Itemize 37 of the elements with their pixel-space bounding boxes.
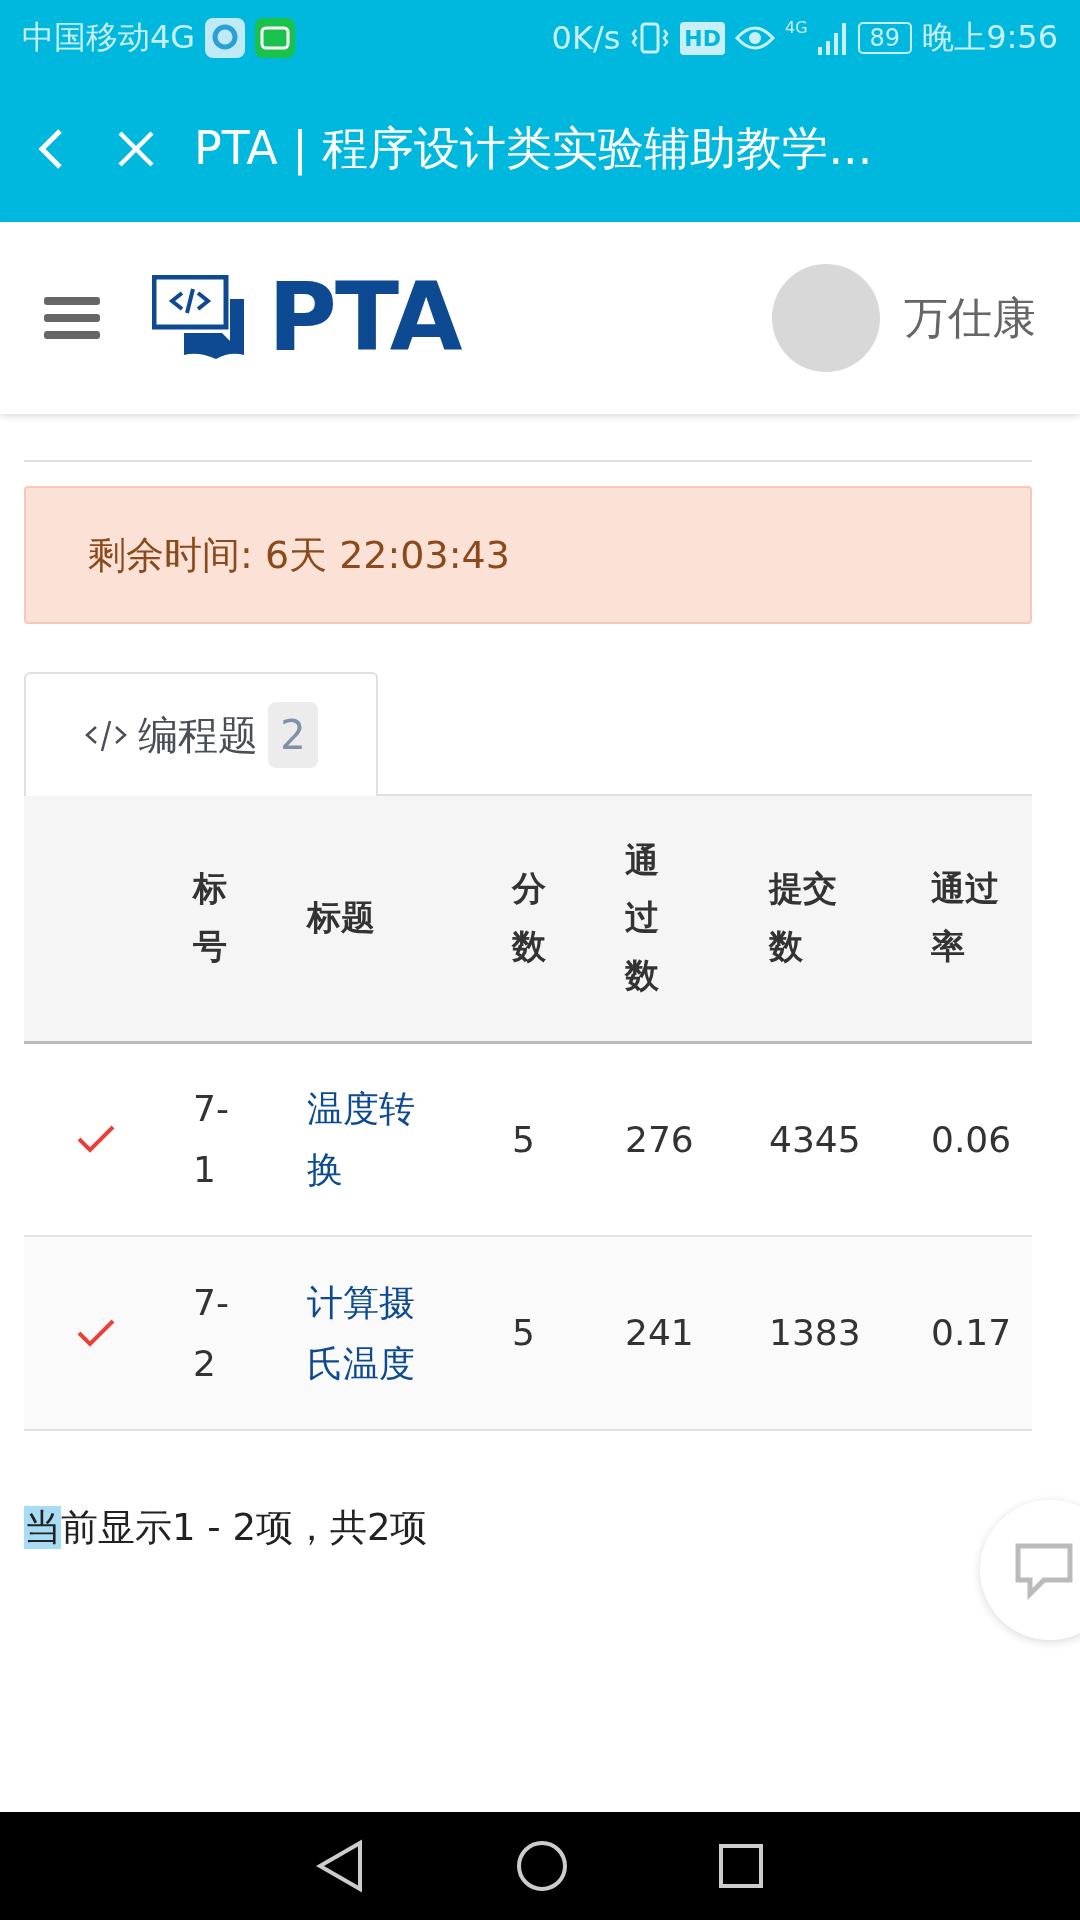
recents-nav-button[interactable] <box>718 1843 764 1889</box>
network-type: 4G <box>785 18 808 37</box>
table-cell-text: 276 <box>625 1117 695 1162</box>
table-cell-text: 0.17 <box>931 1311 1013 1356</box>
user-name[interactable]: 万仕康 <box>904 288 1036 348</box>
table-cell-text: 5 <box>512 1117 536 1162</box>
carrier-name: 中国移动4G <box>22 17 196 58</box>
table-cell-text: 241 <box>625 1311 695 1356</box>
signal-icon <box>817 21 848 55</box>
column-header: 标题 <box>307 796 512 1042</box>
table-cell-text: 0.06 <box>931 1117 1013 1162</box>
menu-button[interactable] <box>44 295 100 341</box>
column-header: 通过率 <box>931 796 1032 1042</box>
clock-time: 晚上9:56 <box>922 17 1058 58</box>
home-nav-button[interactable] <box>516 1840 568 1892</box>
problem-tab[interactable]: 编程题 2 <box>24 672 378 796</box>
column-header: 标号 <box>193 796 307 1042</box>
column-header: 提交数 <box>769 796 931 1042</box>
table-cell-text: 1383 <box>769 1311 862 1356</box>
problem-title-link[interactable]: 温度转换 <box>307 1078 443 1201</box>
network-speed: 0K/s <box>551 19 621 57</box>
table-cell-text: 5 <box>512 1311 536 1356</box>
table-cell-text: 4345 <box>769 1117 862 1162</box>
hd-badge: HD <box>680 21 725 55</box>
battery-level: 89 <box>857 22 913 54</box>
tab-label: 编程题 <box>138 710 259 760</box>
count-badge: 2 <box>268 702 318 768</box>
table-cell-text: 7-2 <box>193 1280 230 1386</box>
video-app-icon <box>255 18 296 58</box>
browser-app-icon <box>205 18 246 58</box>
table-cell-text: 7-1 <box>193 1087 230 1193</box>
page-title: PTA | 程序设计类实验辅助教学... <box>194 120 873 178</box>
logo-icon <box>152 275 246 361</box>
column-header: 分数 <box>512 796 625 1042</box>
logo-text: PTA <box>268 271 461 365</box>
remaining-time: 剩余时间: 6天 22:03:43 <box>88 531 510 579</box>
column-header: 通过数 <box>625 796 769 1042</box>
